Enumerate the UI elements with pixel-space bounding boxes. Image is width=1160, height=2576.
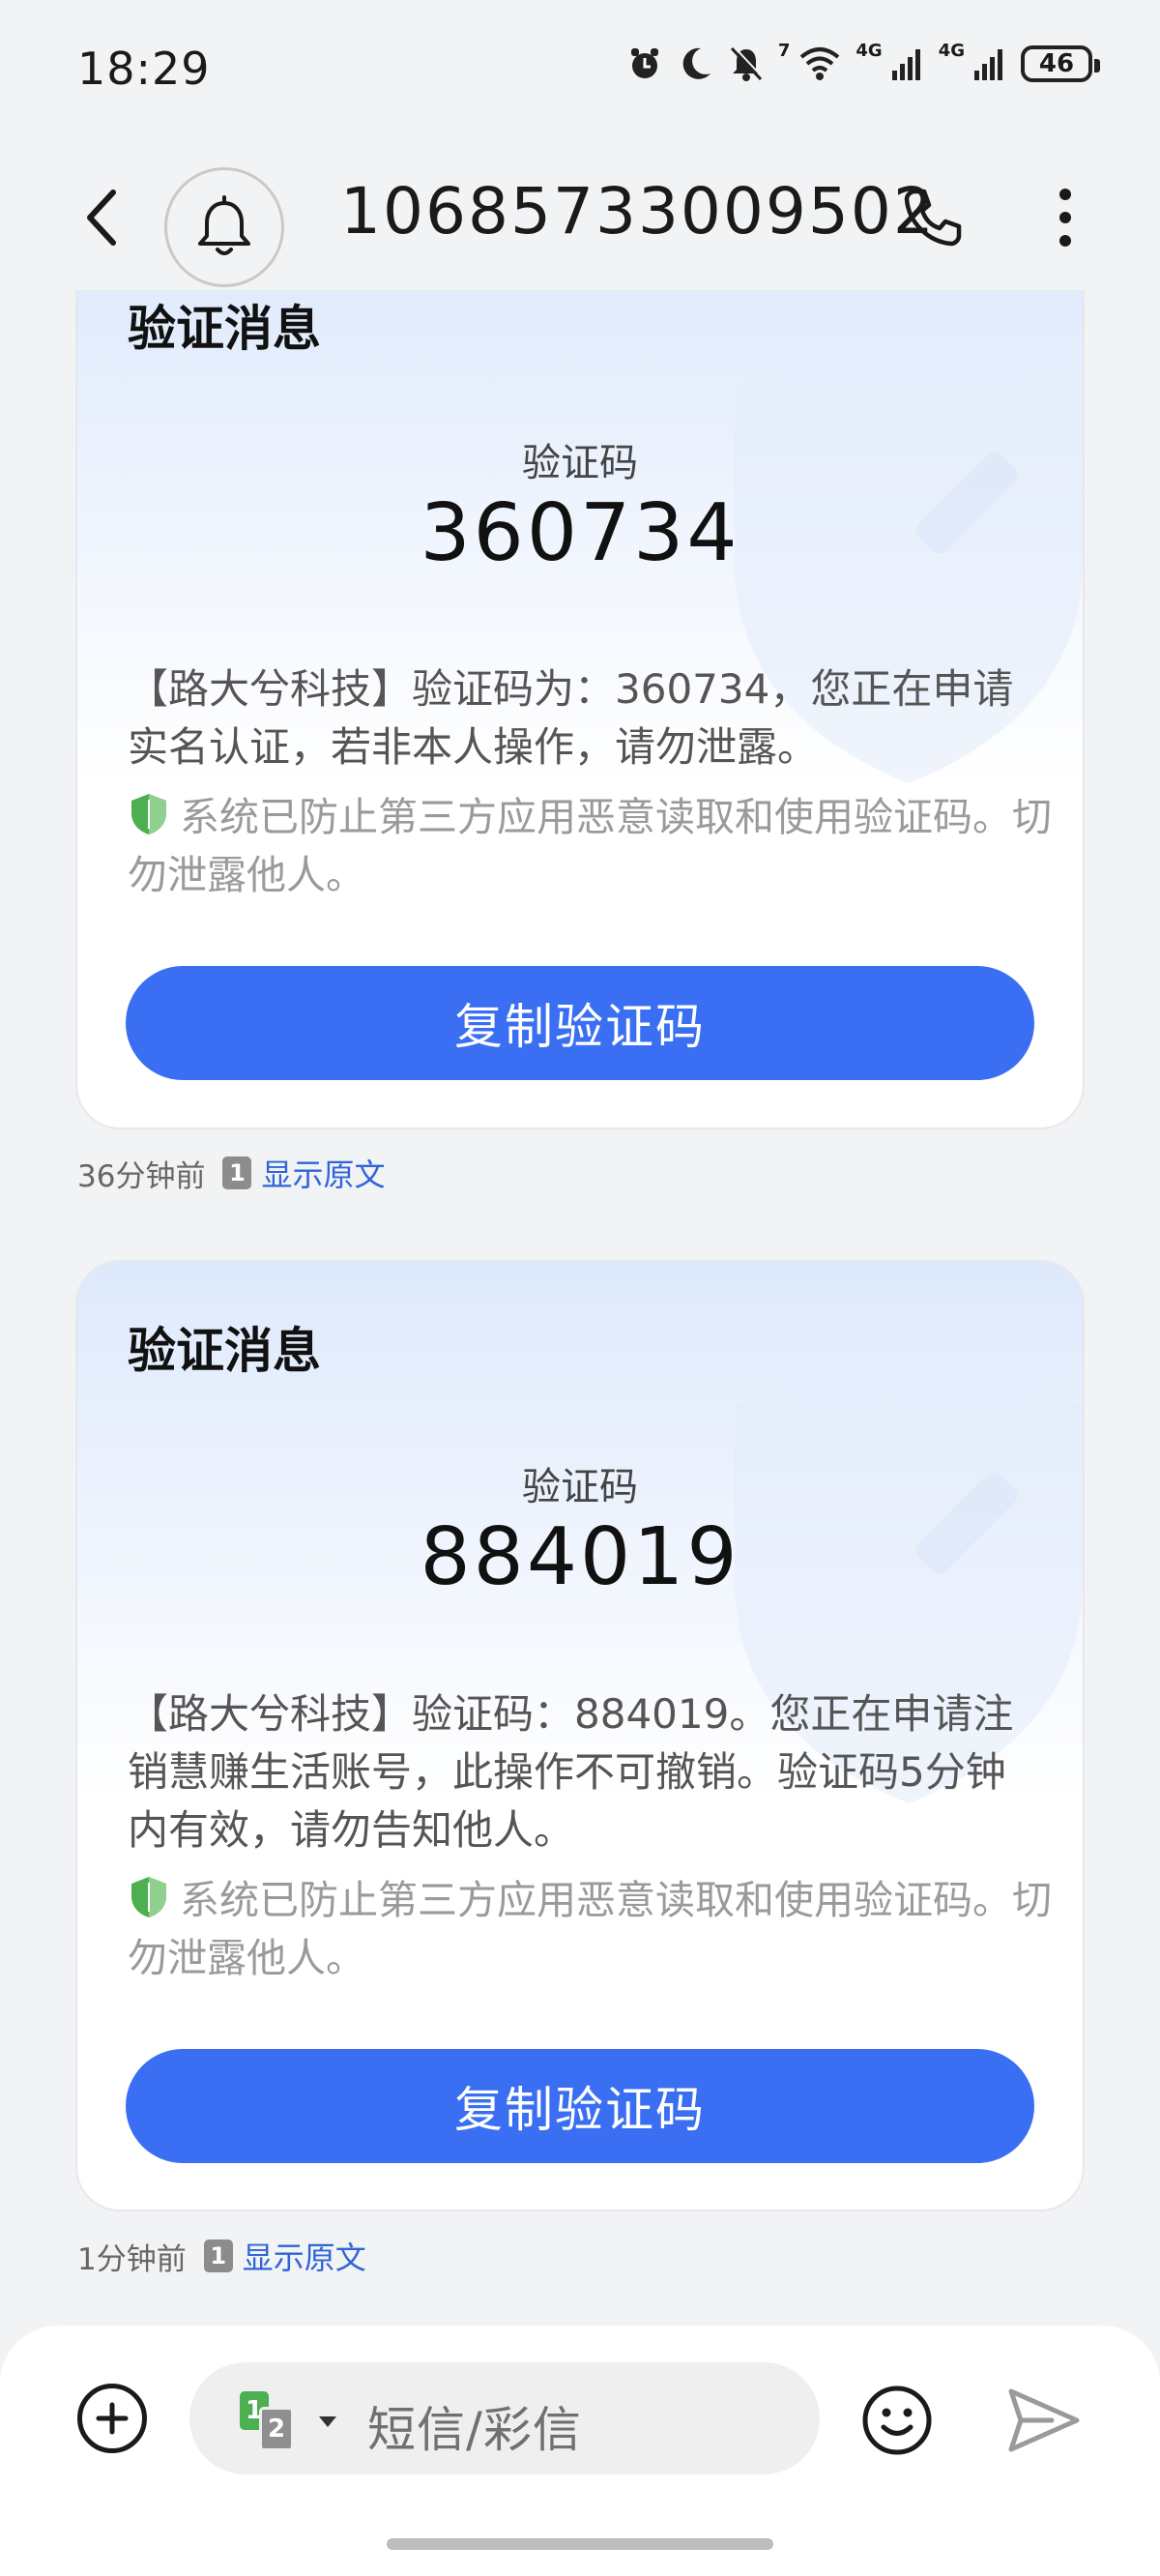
back-icon [87, 190, 116, 246]
security-note: 系统已防止第三方应用恶意读取和使用验证码。切勿泄露他人。 [128, 788, 1056, 904]
conversation-header: 10685733009502 [0, 145, 1160, 290]
code-label: 验证码 [522, 1465, 638, 1509]
sim-badge: 1 [203, 2239, 233, 2272]
moon-icon [682, 47, 710, 79]
chevron-down-icon [319, 2416, 336, 2427]
send-icon [1008, 2388, 1080, 2452]
show-original-link[interactable]: 显示原文 [261, 1151, 385, 1195]
shield-icon [131, 1877, 166, 1917]
alarm-icon [630, 48, 658, 78]
message-input[interactable]: 1 2 短信/彩信 [189, 2362, 820, 2474]
status-bar: 18:29 7 4G 4G 46 [0, 0, 1160, 145]
verification-card: 验证消息 验证码 360734 【路大兮科技】验证码为：360734，您正在申请… [77, 242, 1083, 1127]
sim-2-icon: 2 [259, 2407, 294, 2451]
more-icon [1059, 189, 1071, 200]
message-time: 36分钟前 [77, 1158, 206, 1194]
add-icon [96, 2402, 129, 2435]
message-meta: 36分钟前 1 显示原文 [77, 1151, 385, 1195]
verification-card: 验证消息 验证码 884019 【路大兮科技】验证码：884019。您正在申请注… [77, 1262, 1083, 2210]
message-body: 【路大兮科技】验证码为：360734，您正在申请实名认证，若非本人操作，请勿泄露… [128, 665, 1014, 771]
message-meta: 1分钟前 1 显示原文 [77, 2234, 366, 2278]
code-label: 验证码 [522, 441, 638, 485]
signal-icon-1 [891, 49, 920, 80]
network-label-2: 4G [938, 40, 965, 61]
card-title: 验证消息 [128, 1323, 321, 1379]
copy-code-button[interactable]: 复制验证码 [126, 2049, 1034, 2163]
status-time: 18:29 [77, 43, 211, 95]
shield-icon [131, 794, 166, 834]
status-icons: 7 4G 4G 46 [625, 40, 1100, 83]
verification-code[interactable]: 360734 [77, 487, 1083, 579]
security-note-text: 系统已防止第三方应用恶意读取和使用验证码。切勿泄露他人。 [128, 794, 1052, 898]
sim-badge: 1 [222, 1156, 252, 1189]
message-time: 1分钟前 [77, 2241, 187, 2277]
wifi-badge: 7 [777, 40, 791, 61]
emoji-button[interactable] [860, 2384, 934, 2457]
sender-number: 10685733009502 [340, 174, 936, 249]
card-title: 验证消息 [128, 301, 321, 357]
security-note-text: 系统已防止第三方应用恶意读取和使用验证码。切勿泄露他人。 [128, 1877, 1052, 1981]
sim-selector[interactable]: 1 2 [240, 2391, 336, 2451]
back-button[interactable] [68, 179, 135, 256]
copy-code-button[interactable]: 复制验证码 [126, 966, 1034, 1080]
battery-indicator: 46 [1021, 45, 1100, 82]
security-note: 系统已防止第三方应用恶意读取和使用验证码。切勿泄露他人。 [128, 1871, 1056, 1987]
home-indicator[interactable] [387, 2538, 773, 2550]
signal-icon-2 [974, 49, 1002, 80]
call-button[interactable] [894, 179, 972, 256]
show-original-link[interactable]: 显示原文 [243, 2234, 366, 2278]
notification-button[interactable] [164, 167, 284, 287]
emoji-icon [862, 2386, 932, 2455]
message-input-placeholder: 短信/彩信 [367, 2402, 582, 2458]
send-button[interactable] [1005, 2384, 1083, 2457]
message-body: 【路大兮科技】验证码：884019。您正在申请注销慧赚生活账号，此操作不可撤销。… [128, 1690, 1014, 1854]
network-label-1: 4G [856, 40, 883, 61]
verification-code[interactable]: 884019 [77, 1511, 1083, 1603]
phone-icon [904, 189, 962, 247]
mute-bell-icon [730, 45, 764, 81]
wifi-icon [800, 47, 840, 80]
add-attachment-button[interactable] [77, 2384, 147, 2453]
more-button[interactable] [1044, 179, 1087, 256]
bell-icon [198, 195, 250, 255]
